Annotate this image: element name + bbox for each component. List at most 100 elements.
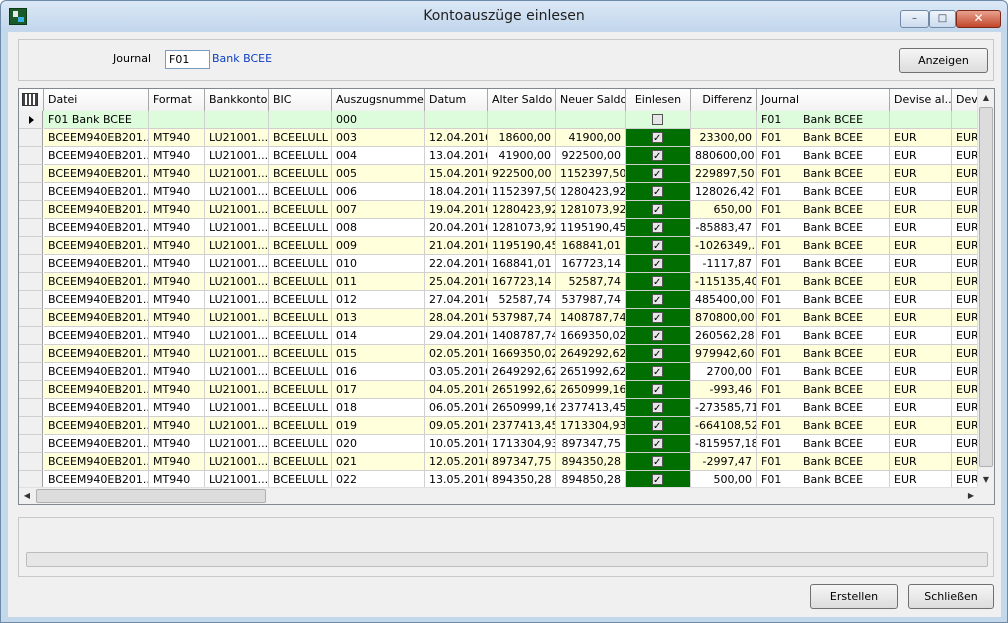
cell-format[interactable]: MT940 bbox=[149, 399, 205, 417]
cell-datum[interactable]: 13.04.2016 bbox=[425, 147, 488, 165]
cell-format[interactable]: MT940 bbox=[149, 147, 205, 165]
cell-nr[interactable]: 014 bbox=[332, 327, 425, 345]
cell-konto[interactable]: LU21001... bbox=[205, 363, 269, 381]
cell-alt[interactable]: 1408787,74 bbox=[488, 327, 556, 345]
cell-format[interactable]: MT940 bbox=[149, 201, 205, 219]
cell-neu[interactable]: 894350,28 bbox=[556, 453, 626, 471]
einlesen-checkbox[interactable] bbox=[652, 166, 663, 182]
cell-dev[interactable]: EUR bbox=[952, 381, 979, 399]
cell-bic[interactable]: BCEELULL bbox=[269, 273, 332, 291]
cell-devise[interactable]: EUR bbox=[890, 309, 952, 327]
maximize-button[interactable]: □ bbox=[929, 10, 956, 28]
cell-konto[interactable]: LU21001... bbox=[205, 255, 269, 273]
cell-alt[interactable]: 897347,75 bbox=[488, 453, 556, 471]
cell-format[interactable]: MT940 bbox=[149, 453, 205, 471]
cell-diff[interactable]: -273585,71 bbox=[691, 399, 757, 417]
column-header-einlesen[interactable]: Einlesen bbox=[626, 89, 691, 111]
cell-neu[interactable]: 52587,74 bbox=[556, 273, 626, 291]
cell-dev[interactable]: EUR bbox=[952, 435, 979, 453]
cell-nr[interactable]: 015 bbox=[332, 345, 425, 363]
cell-neu[interactable]: 537987,74 bbox=[556, 291, 626, 309]
group-row[interactable]: F01 Bank BCEE 000 F01 Bank BCEE bbox=[19, 111, 979, 129]
cell-alt[interactable]: 52587,74 bbox=[488, 291, 556, 309]
cell-neu[interactable]: 1713304,93 bbox=[556, 417, 626, 435]
einlesen-checkbox[interactable] bbox=[652, 346, 663, 362]
grid-corner[interactable] bbox=[19, 89, 44, 111]
cell-journal[interactable]: F01 Bank BCEE bbox=[757, 417, 890, 435]
cell-neu[interactable]: 922500,00 bbox=[556, 147, 626, 165]
cell-bic[interactable]: BCEELULL bbox=[269, 183, 332, 201]
row-selector[interactable] bbox=[19, 165, 43, 183]
cell-journal[interactable]: F01 Bank BCEE bbox=[757, 237, 890, 255]
cell-konto[interactable]: LU21001... bbox=[205, 327, 269, 345]
cell-dev[interactable]: EUR bbox=[952, 237, 979, 255]
cell-format[interactable]: MT940 bbox=[149, 129, 205, 147]
cell-devise[interactable]: EUR bbox=[890, 165, 952, 183]
table-row[interactable]: BCEEM940EB201... MT940 LU21001... BCEELULL 0… bbox=[19, 435, 979, 453]
cell-konto[interactable]: LU21001... bbox=[205, 219, 269, 237]
cell-datei[interactable]: BCEEM940EB201... bbox=[44, 399, 149, 417]
cell-journal[interactable]: F01 Bank BCEE bbox=[757, 273, 890, 291]
cell-datei[interactable]: BCEEM940EB201... bbox=[44, 165, 149, 183]
cell-journal[interactable]: F01 Bank BCEE bbox=[757, 183, 890, 201]
cell-datei[interactable]: BCEEM940EB201... bbox=[44, 345, 149, 363]
cell-alt[interactable]: 168841,01 bbox=[488, 255, 556, 273]
table-row[interactable]: BCEEM940EB201... MT940 LU21001... BCEELULL 0… bbox=[19, 291, 979, 309]
row-selector[interactable] bbox=[19, 201, 43, 219]
cell-bic[interactable]: BCEELULL bbox=[269, 345, 332, 363]
table-row[interactable]: BCEEM940EB201... MT940 LU21001... BCEELULL 0… bbox=[19, 201, 979, 219]
cell-dev[interactable]: EUR bbox=[952, 327, 979, 345]
cell-nr[interactable]: 017 bbox=[332, 381, 425, 399]
cell-diff[interactable]: 650,00 bbox=[691, 201, 757, 219]
create-button[interactable]: Erstellen bbox=[810, 584, 898, 609]
row-selector[interactable] bbox=[19, 327, 43, 345]
cell-konto[interactable]: LU21001... bbox=[205, 129, 269, 147]
cell-nr[interactable]: 007 bbox=[332, 201, 425, 219]
horizontal-scrollbar[interactable]: ◀ ▶ bbox=[19, 487, 979, 504]
column-header-format[interactable]: Format bbox=[149, 89, 205, 111]
cell-diff[interactable]: 23300,00 bbox=[691, 129, 757, 147]
cell-bic[interactable]: BCEELULL bbox=[269, 147, 332, 165]
cell-konto[interactable]: LU21001... bbox=[205, 399, 269, 417]
cell-datum[interactable]: 22.04.2016 bbox=[425, 255, 488, 273]
cell-nr[interactable]: 012 bbox=[332, 291, 425, 309]
cell-datei[interactable]: BCEEM940EB201... bbox=[44, 435, 149, 453]
cell-diff[interactable]: 485400,00 bbox=[691, 291, 757, 309]
einlesen-checkbox[interactable] bbox=[652, 400, 663, 416]
cell-nr[interactable]: 008 bbox=[332, 219, 425, 237]
scroll-down-icon[interactable]: ▼ bbox=[978, 471, 994, 488]
column-header-devise[interactable]: Devise al... bbox=[890, 89, 952, 111]
cell-dev[interactable]: EUR bbox=[952, 165, 979, 183]
cell-nr[interactable]: 005 bbox=[332, 165, 425, 183]
einlesen-checkbox[interactable] bbox=[652, 148, 663, 164]
scroll-up-icon[interactable]: ▲ bbox=[978, 89, 994, 106]
cell-datei[interactable]: BCEEM940EB201... bbox=[44, 255, 149, 273]
cell-diff[interactable]: -993,46 bbox=[691, 381, 757, 399]
title-bar[interactable]: Kontoauszüge einlesen – □ ✕ bbox=[1, 1, 1007, 31]
group-einlesen-checkbox[interactable] bbox=[652, 114, 663, 125]
cell-datei[interactable]: BCEEM940EB201... bbox=[44, 291, 149, 309]
cell-datum[interactable]: 19.04.2016 bbox=[425, 201, 488, 219]
cell-devise[interactable]: EUR bbox=[890, 291, 952, 309]
cell-journal[interactable]: F01 Bank BCEE bbox=[757, 255, 890, 273]
cell-alt[interactable]: 41900,00 bbox=[488, 147, 556, 165]
minimize-button[interactable]: – bbox=[900, 10, 929, 28]
cell-neu[interactable] bbox=[556, 111, 626, 129]
cell-datei[interactable]: BCEEM940EB201... bbox=[44, 183, 149, 201]
cell-diff[interactable]: -664108,52 bbox=[691, 417, 757, 435]
cell-diff[interactable]: 979942,60 bbox=[691, 345, 757, 363]
cell-bic[interactable]: BCEELULL bbox=[269, 237, 332, 255]
row-selector[interactable] bbox=[19, 363, 43, 381]
cell-bic[interactable]: BCEELULL bbox=[269, 435, 332, 453]
cell-devise[interactable]: EUR bbox=[890, 381, 952, 399]
cell-datum[interactable]: 15.04.2016 bbox=[425, 165, 488, 183]
cell-bic[interactable]: BCEELULL bbox=[269, 381, 332, 399]
cell-alt[interactable]: 2377413,45 bbox=[488, 417, 556, 435]
einlesen-checkbox[interactable] bbox=[652, 130, 663, 146]
cell-neu[interactable]: 1152397,50 bbox=[556, 165, 626, 183]
cell-format[interactable]: MT940 bbox=[149, 345, 205, 363]
journal-input[interactable]: F01 bbox=[165, 50, 210, 69]
cell-devise[interactable]: EUR bbox=[890, 435, 952, 453]
cell-devise[interactable]: EUR bbox=[890, 255, 952, 273]
cell-diff[interactable]: 128026,42 bbox=[691, 183, 757, 201]
